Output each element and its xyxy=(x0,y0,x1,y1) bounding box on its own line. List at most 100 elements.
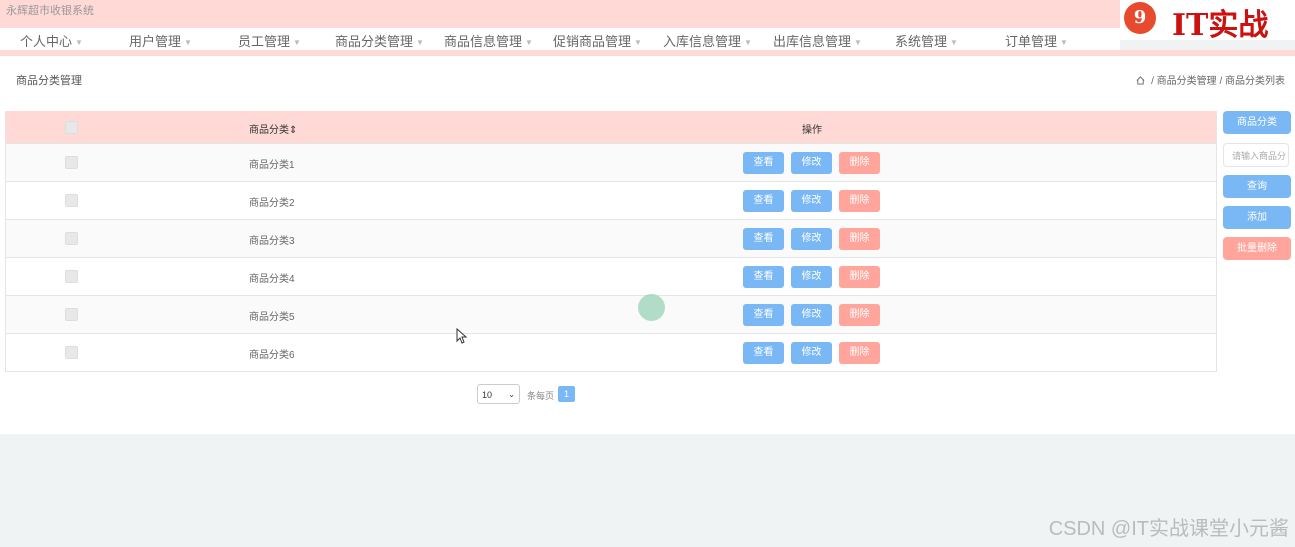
batch-delete-button[interactable]: 批量删除 xyxy=(1223,237,1291,260)
nav-item-product-info-management[interactable]: 商品信息管理 ▼ xyxy=(444,31,533,50)
nav-label: 商品分类管理 xyxy=(335,34,414,49)
view-button[interactable]: 查看 xyxy=(743,304,784,326)
nav-label: 商品信息管理 xyxy=(444,34,523,49)
caret-down-icon: ▼ xyxy=(1060,38,1068,48)
page-size-select[interactable]: 10 ⌄ xyxy=(477,384,520,404)
caret-down-icon: ▼ xyxy=(75,38,83,48)
delete-button[interactable]: 删除 xyxy=(839,190,880,212)
page-number-button[interactable]: 1 xyxy=(558,386,575,402)
view-button[interactable]: 查看 xyxy=(743,266,784,288)
mouse-cursor-icon xyxy=(456,328,468,344)
row-checkbox[interactable] xyxy=(65,308,78,321)
category-name-cell: 商品分类3 xyxy=(249,236,295,247)
column-header-category[interactable]: 商品分类⇕ xyxy=(249,121,297,136)
breadcrumb-item-category-management[interactable]: 商品分类管理 xyxy=(1157,76,1217,87)
table-row: 商品分类1 查看 修改 删除 xyxy=(6,143,1216,181)
chevron-down-icon: ⌄ xyxy=(508,390,515,399)
row-checkbox[interactable] xyxy=(65,194,78,207)
table-row: 商品分类2 查看 修改 删除 xyxy=(6,181,1216,219)
category-label-button[interactable]: 商品分类 xyxy=(1223,111,1291,134)
row-checkbox[interactable] xyxy=(65,346,78,359)
nav-item-employee-management[interactable]: 员工管理 ▼ xyxy=(238,31,301,50)
caret-down-icon: ▼ xyxy=(184,38,192,48)
delete-button[interactable]: 删除 xyxy=(839,342,880,364)
column-header-label: 商品分类 xyxy=(249,125,289,136)
table-header: 商品分类⇕ 操作 xyxy=(6,111,1216,143)
nav-label: 个人中心 xyxy=(20,34,73,49)
per-page-label: 条每页 xyxy=(527,391,555,401)
top-banner: 永辉超市收银系统 xyxy=(0,0,1120,28)
nav-item-user-management[interactable]: 用户管理 ▼ xyxy=(129,31,192,50)
nav-item-category-management[interactable]: 商品分类管理 ▼ xyxy=(335,31,424,50)
table-row: 商品分类4 查看 修改 删除 xyxy=(6,257,1216,295)
nav-item-stock-out-management[interactable]: 出库信息管理 ▼ xyxy=(773,31,862,50)
app-title: 永辉超市收银系统 xyxy=(6,5,94,17)
view-button[interactable]: 查看 xyxy=(743,228,784,250)
select-all-checkbox[interactable] xyxy=(65,121,78,134)
nav-label: 入库信息管理 xyxy=(663,34,742,49)
nav-label: 促销商品管理 xyxy=(553,34,632,49)
caret-down-icon: ▼ xyxy=(854,38,862,48)
nav-item-order-management[interactable]: 订单管理 ▼ xyxy=(1005,31,1068,50)
row-checkbox[interactable] xyxy=(65,156,78,169)
nav-label: 用户管理 xyxy=(129,34,182,49)
caret-down-icon: ▼ xyxy=(950,38,958,48)
table-row: 商品分类5 查看 修改 删除 xyxy=(6,295,1216,333)
table-row: 商品分类3 查看 修改 删除 xyxy=(6,219,1216,257)
category-name-cell: 商品分类6 xyxy=(249,350,295,361)
edit-button[interactable]: 修改 xyxy=(791,266,832,288)
nav-item-system-management[interactable]: 系统管理 ▼ xyxy=(895,31,958,50)
breadcrumb-separator: / xyxy=(1219,76,1223,87)
search-input[interactable]: 请输入商品分 xyxy=(1223,143,1289,167)
edit-button[interactable]: 修改 xyxy=(791,342,832,364)
edit-button[interactable]: 修改 xyxy=(791,190,832,212)
category-table: 商品分类⇕ 操作 商品分类1 查看 修改 删除 商品分类2 查看 修改 删除 商… xyxy=(5,111,1217,372)
caret-down-icon: ▼ xyxy=(634,38,642,48)
loading-spinner-icon xyxy=(638,294,665,321)
edit-button[interactable]: 修改 xyxy=(791,152,832,174)
category-name-cell: 商品分类5 xyxy=(249,312,295,323)
main-content: 商品分类管理 / 商品分类管理 / 商品分类列表 商品分类⇕ 操作 商品分类1 … xyxy=(0,56,1295,434)
category-name-cell: 商品分类1 xyxy=(249,160,295,171)
category-name-cell: 商品分类2 xyxy=(249,198,295,209)
table-row: 商品分类6 查看 修改 删除 xyxy=(6,333,1216,371)
delete-button[interactable]: 删除 xyxy=(839,304,880,326)
nav-label: 系统管理 xyxy=(895,34,948,49)
logo-icon: 9 xyxy=(1124,2,1156,34)
column-header-actions: 操作 xyxy=(802,125,822,136)
view-button[interactable]: 查看 xyxy=(743,152,784,174)
page-size-value: 10 xyxy=(482,390,493,400)
row-checkbox[interactable] xyxy=(65,232,78,245)
query-button[interactable]: 查询 xyxy=(1223,175,1291,198)
view-button[interactable]: 查看 xyxy=(743,342,784,364)
category-name-cell: 商品分类4 xyxy=(249,274,295,285)
view-button[interactable]: 查看 xyxy=(743,190,784,212)
page-title: 商品分类管理 xyxy=(16,75,82,87)
caret-down-icon: ▼ xyxy=(525,38,533,48)
caret-down-icon: ▼ xyxy=(744,38,752,48)
caret-down-icon: ▼ xyxy=(416,38,424,48)
nav-label: 出库信息管理 xyxy=(773,34,852,49)
nav-item-personal-center[interactable]: 个人中心 ▼ xyxy=(20,31,83,50)
logo-text: IT实战 xyxy=(1172,8,1269,43)
watermark: CSDN @IT实战课堂小元酱 xyxy=(1048,518,1289,540)
breadcrumb-item-category-list: 商品分类列表 xyxy=(1225,76,1285,87)
add-button[interactable]: 添加 xyxy=(1223,206,1291,229)
delete-button[interactable]: 删除 xyxy=(839,228,880,250)
nav-item-promotion-management[interactable]: 促销商品管理 ▼ xyxy=(553,31,642,50)
logo: 9 IT实战 xyxy=(1120,0,1295,43)
delete-button[interactable]: 删除 xyxy=(839,152,880,174)
main-nav: 个人中心 ▼ 用户管理 ▼ 员工管理 ▼ 商品分类管理 ▼ 商品信息管理 ▼ 促销商品管理… xyxy=(0,28,1120,50)
edit-button[interactable]: 修改 xyxy=(791,304,832,326)
nav-label: 订单管理 xyxy=(1005,34,1058,49)
row-checkbox[interactable] xyxy=(65,270,78,283)
nav-item-stock-in-management[interactable]: 入库信息管理 ▼ xyxy=(663,31,752,50)
breadcrumb-separator: / xyxy=(1151,76,1154,87)
breadcrumb: / 商品分类管理 / 商品分类列表 xyxy=(1136,72,1285,87)
nav-label: 员工管理 xyxy=(238,34,291,49)
delete-button[interactable]: 删除 xyxy=(839,266,880,288)
caret-down-icon: ▼ xyxy=(293,38,301,48)
home-icon[interactable] xyxy=(1136,76,1145,85)
sort-icon[interactable]: ⇕ xyxy=(289,125,297,136)
edit-button[interactable]: 修改 xyxy=(791,228,832,250)
